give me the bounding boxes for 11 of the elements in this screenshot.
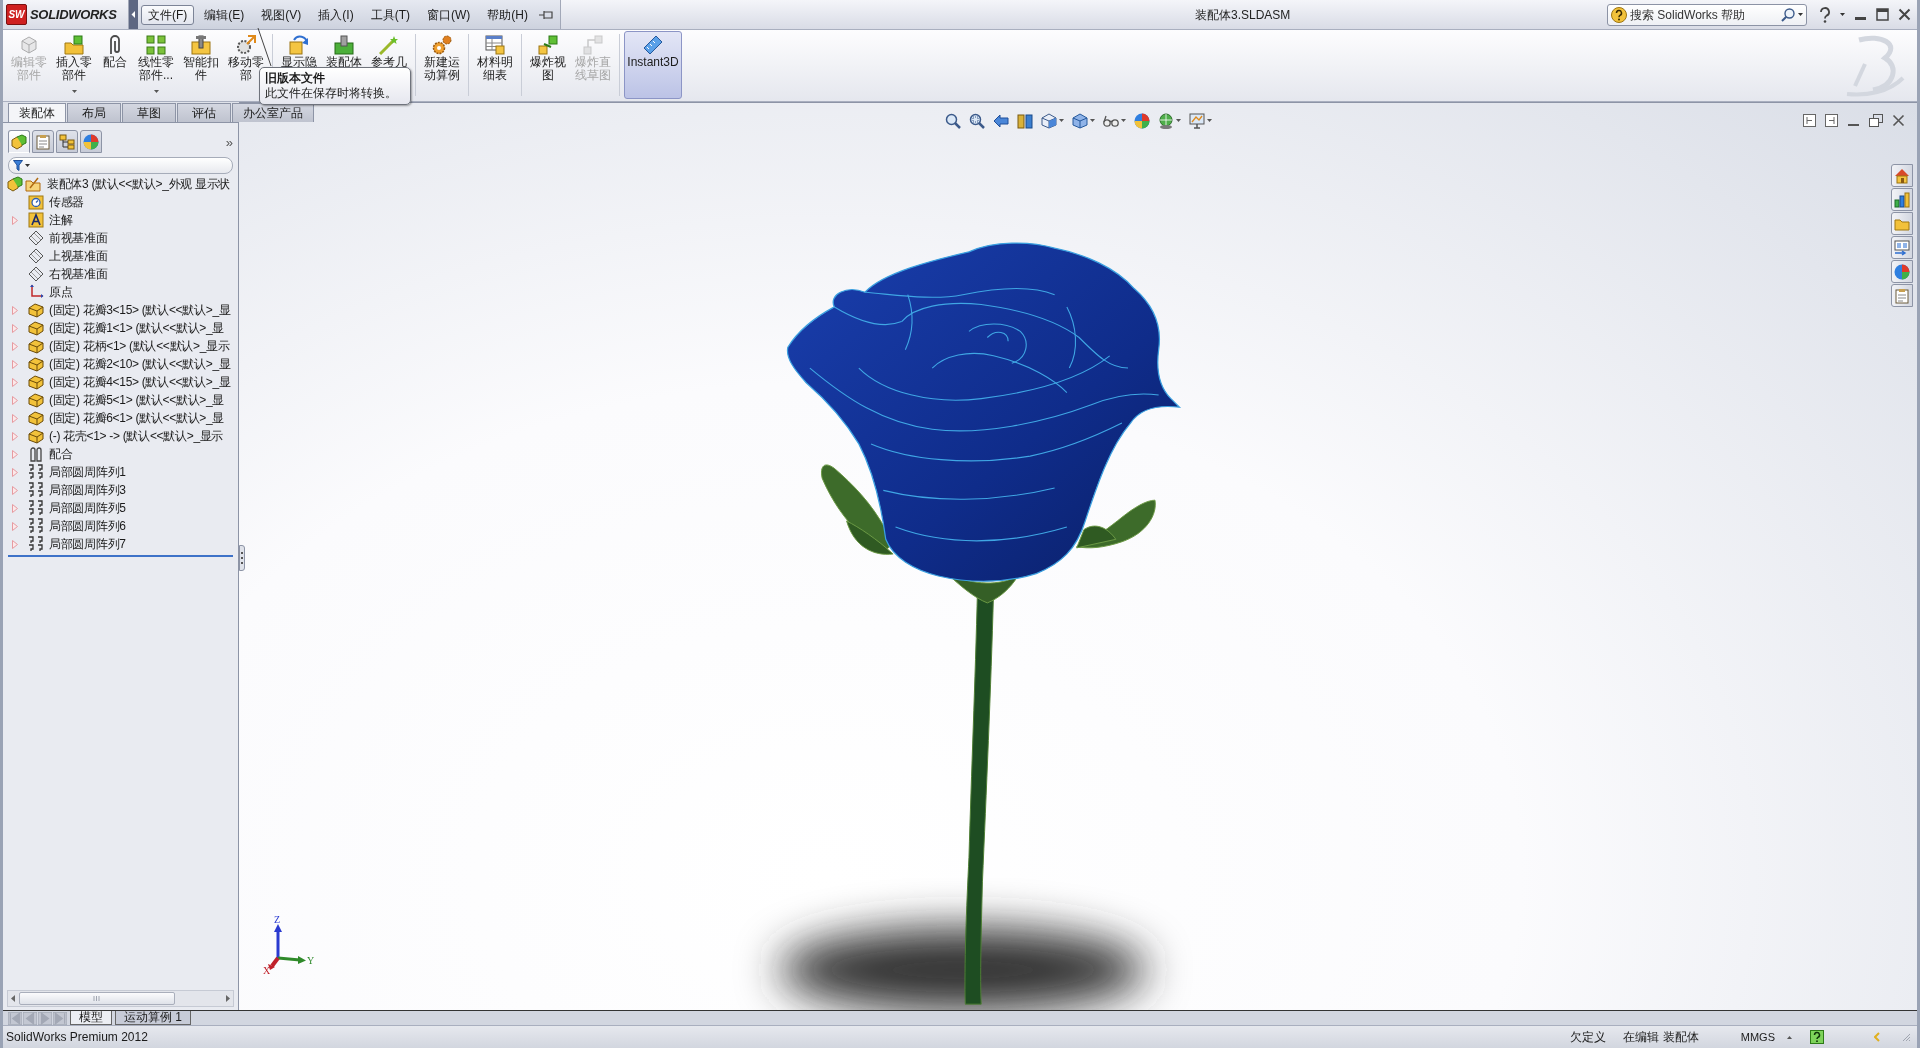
status-mode: 在编辑 装配体 [1623, 1029, 1699, 1046]
tooltip-text: 此文件在保存时将转换。 [265, 86, 398, 101]
app-logo-mark: SW [6, 4, 27, 25]
status-definition: 欠定义 [1570, 1029, 1607, 1046]
axis-label: Z [274, 914, 281, 925]
axis-label: Y [307, 955, 315, 966]
axis-label: X [263, 965, 271, 974]
tooltip-title: 旧版本文件 [265, 71, 326, 86]
app-logo-text: SOLIDWORKS [30, 5, 117, 24]
window-title: 装配体3.SLDASM [1195, 6, 1291, 24]
status-product: SolidWorks Premium 2012 [6, 1029, 148, 1046]
